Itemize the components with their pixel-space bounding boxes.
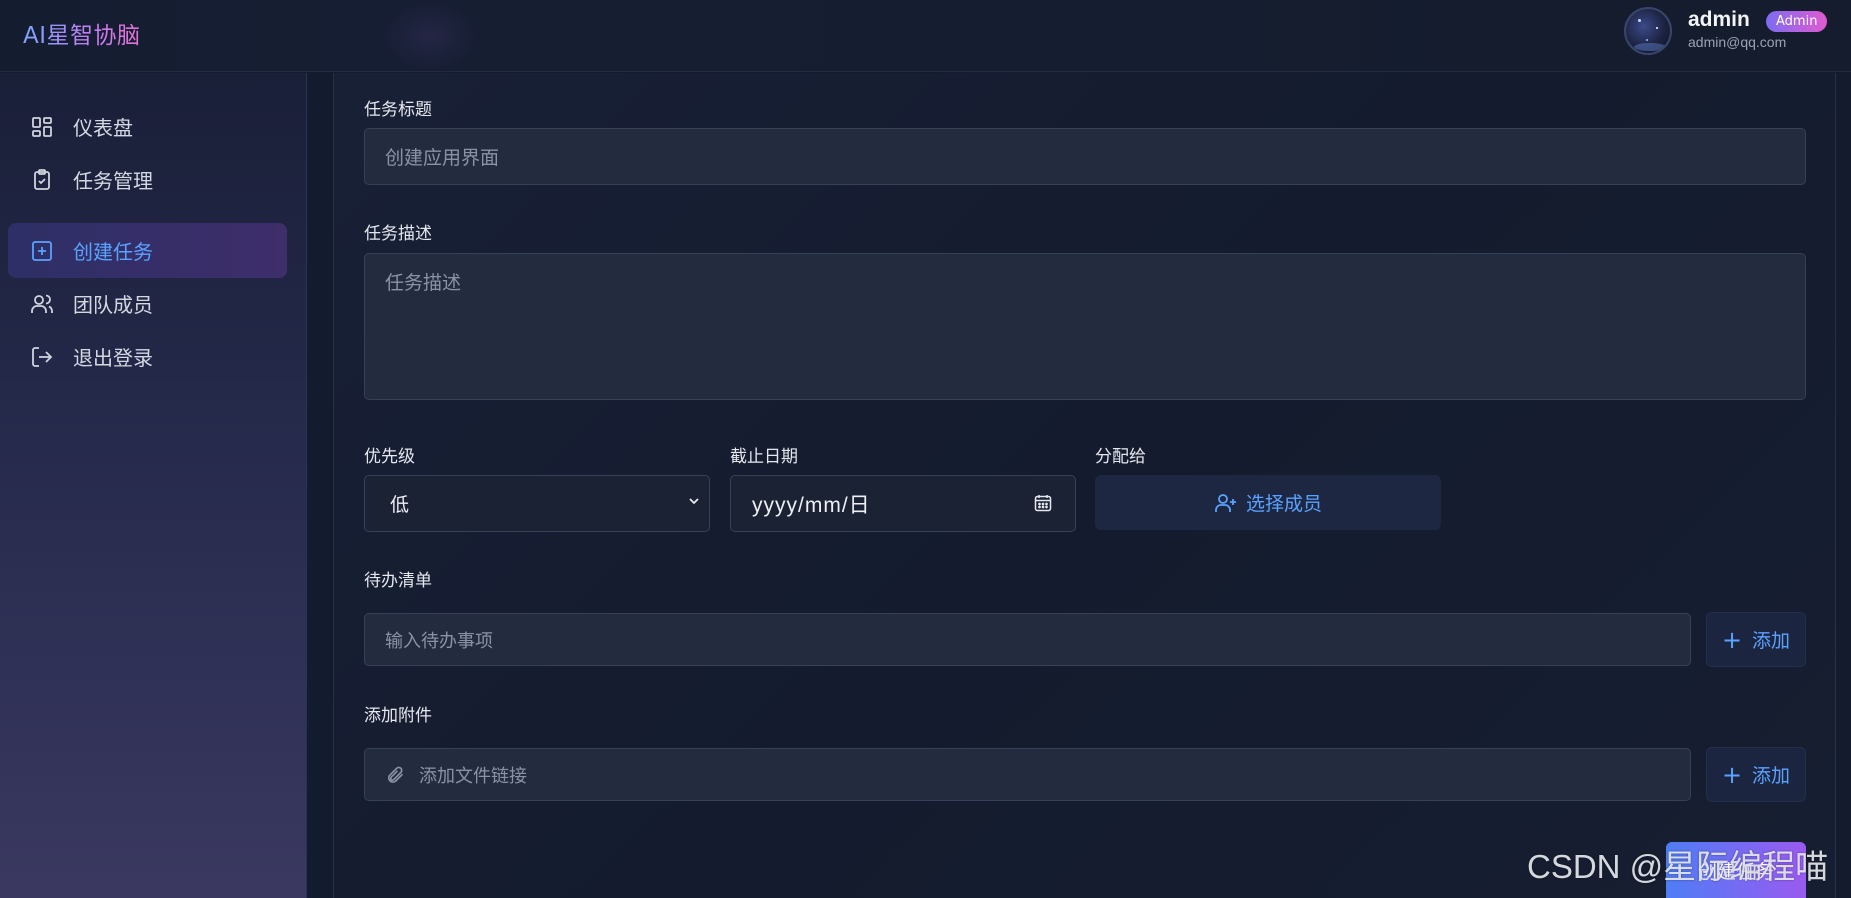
user-name: admin [1688, 8, 1750, 31]
plus-square-icon [30, 239, 54, 263]
description-label: 任务描述 [364, 224, 432, 244]
assign-label: 分配给 [1095, 447, 1146, 467]
attachment-placeholder: 添加文件链接 [419, 765, 527, 787]
priority-select[interactable]: 低 [364, 475, 710, 532]
watermark: CSDN @星际编程喵 [1527, 848, 1829, 885]
topbar-glow [380, 0, 480, 72]
clipboard-check-icon [30, 168, 54, 192]
app-brand[interactable]: AI星智协脑 [23, 16, 141, 50]
user-email: admin@qq.com [1688, 34, 1787, 50]
sidebar-item-label: 创建任务 [73, 240, 153, 264]
chevron-down-icon [689, 498, 699, 505]
add-attachment-button[interactable]: + 添加 [1706, 747, 1806, 802]
task-description-placeholder: 任务描述 [385, 272, 462, 294]
user-avatar[interactable] [1624, 7, 1672, 55]
select-members-button[interactable]: 选择成员 [1095, 475, 1441, 530]
paperclip-icon [387, 766, 404, 783]
top-bar: AI星智协脑 admin Admin admin@qq.com [0, 0, 1851, 72]
due-date-input[interactable]: yyyy/mm/日 [730, 475, 1076, 532]
plus-icon: + [1721, 625, 1743, 654]
user-plus-icon [1215, 493, 1236, 512]
attachment-label: 添加附件 [364, 706, 432, 726]
add-todo-label: 添加 [1752, 630, 1791, 652]
select-members-label: 选择成员 [1245, 493, 1322, 515]
due-date-placeholder: yyyy/mm/日 [752, 493, 871, 517]
todo-input[interactable]: 输入待办事项 [364, 613, 1691, 666]
plus-icon: + [1721, 760, 1743, 789]
calendar-icon[interactable] [1033, 493, 1053, 513]
sidebar-item-label: 退出登录 [73, 346, 153, 370]
dashboard-grid-icon [30, 115, 54, 139]
todo-placeholder: 输入待办事项 [385, 630, 493, 652]
task-description-textarea[interactable]: 任务描述 [364, 253, 1806, 400]
due-date-label: 截止日期 [730, 447, 798, 467]
sidebar-item-tasks[interactable]: 任务管理 [8, 152, 287, 207]
role-badge: Admin [1766, 11, 1828, 32]
priority-selected-value: 低 [390, 494, 410, 516]
sidebar-item-label: 仪表盘 [73, 116, 133, 140]
sidebar-item-logout[interactable]: 退出登录 [8, 329, 287, 384]
attachment-link-input[interactable]: 添加文件链接 [364, 748, 1691, 801]
priority-label: 优先级 [364, 447, 415, 467]
users-icon [30, 292, 54, 316]
sidebar-item-label: 团队成员 [73, 293, 153, 317]
sidebar-item-dashboard[interactable]: 仪表盘 [8, 99, 287, 154]
add-todo-button[interactable]: + 添加 [1706, 612, 1806, 667]
sidebar-item-create-task[interactable]: 创建任务 [8, 223, 287, 278]
sidebar: 仪表盘 任务管理 创建任务 团队成员 退出登录 [0, 73, 307, 898]
title-label: 任务标题 [364, 100, 432, 120]
task-title-placeholder: 创建应用界面 [385, 147, 500, 169]
todo-label: 待办清单 [364, 571, 432, 591]
vertical-scrollbar[interactable] [1836, 73, 1851, 898]
logout-icon [30, 345, 54, 369]
sidebar-item-label: 任务管理 [73, 169, 153, 193]
sidebar-item-team[interactable]: 团队成员 [8, 276, 287, 331]
add-attachment-label: 添加 [1752, 765, 1791, 787]
create-task-form: 任务标题 创建应用界面 任务描述 任务描述 优先级 低 截止日期 yyyy/mm… [334, 73, 1835, 898]
task-title-input[interactable]: 创建应用界面 [364, 128, 1806, 185]
